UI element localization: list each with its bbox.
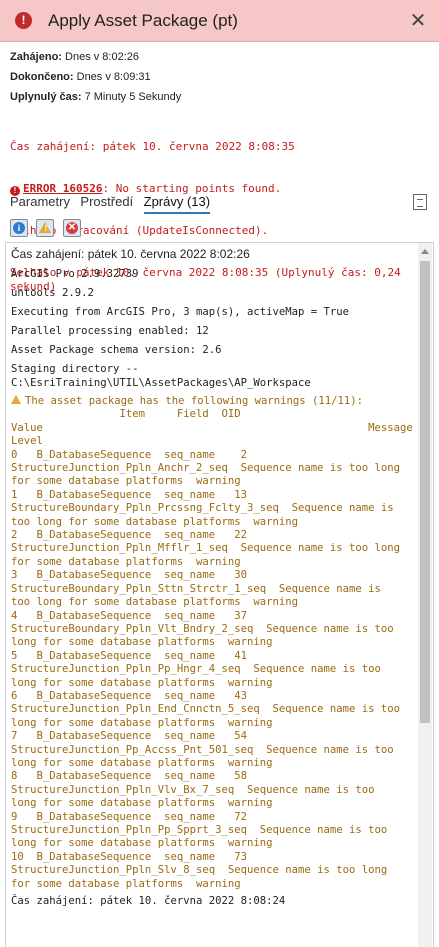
scroll-thumb[interactable] [420, 261, 430, 723]
started-value: Dnes v 8:02:26 [65, 51, 140, 63]
error-start-time: Čas zahájení: pátek 10. června 2022 8:08… [10, 140, 295, 153]
warning-message: The asset package has the following warn… [11, 395, 416, 891]
scroll-up-icon[interactable] [421, 249, 429, 254]
filter-warning-button[interactable]: ! [36, 219, 55, 237]
message-start-time-2: Čas zahájení: pátek 10. června 2022 8:08… [11, 895, 286, 908]
message-staging: Staging directory -- C:\EsriTraining\UTI… [11, 363, 311, 389]
elapsed-row: Uplynulý čas: 7 Minuty 5 Sekundy [10, 90, 181, 104]
message-filters: i ! ✕ [10, 219, 85, 237]
filter-error-button[interactable]: ✕ [62, 219, 81, 237]
finished-row: Dokončeno: Dnes v 8:09:31 [10, 70, 151, 84]
window-title: Apply Asset Package (pt) [48, 11, 238, 30]
close-button[interactable]: ✕ [409, 10, 427, 30]
warning-table: Item Field OID Value Message Level 0 B_D… [11, 408, 413, 890]
error-filter-icon: ✕ [65, 222, 78, 234]
finished-value: Dnes v 8:09:31 [76, 71, 151, 83]
message-untools: untools 2.9.2 [11, 287, 94, 299]
message-parallel: Parallel processing enabled: 12 [11, 325, 209, 337]
message-executing: Executing from ArcGIS Pro, 3 map(s), act… [11, 306, 350, 318]
message-version: ArcGIS Pro 2.9.32739 [11, 268, 139, 280]
tab-messages[interactable]: Zprávy (13) [143, 194, 211, 214]
tab-bar: Parametry Prostředí Zprávy (13) [10, 193, 216, 214]
elapsed-value: 7 Minuty 5 Sekundy [84, 91, 182, 103]
started-row: Zahájeno: Dnes v 8:02:26 [10, 50, 139, 64]
warning-head: The asset package has the following warn… [25, 395, 364, 407]
elapsed-label: Uplynulý čas: [10, 91, 82, 103]
messages-list: Čas zahájení: pátek 10. června 2022 8:02… [11, 247, 416, 913]
warning-icon [11, 395, 21, 404]
tab-parameters[interactable]: Parametry [10, 194, 70, 210]
tab-environments[interactable]: Prostředí [80, 194, 133, 210]
vertical-scrollbar[interactable] [418, 243, 432, 947]
message-schema: Asset Package schema version: 2.6 [11, 344, 222, 356]
message-start-time: Čas zahájení: pátek 10. června 2022 8:02… [11, 247, 250, 261]
titlebar: ! Apply Asset Package (pt) ✕ [0, 0, 439, 42]
copy-messages-icon[interactable] [413, 194, 427, 210]
error-status-icon: ! [15, 12, 32, 29]
filter-info-button[interactable]: i [10, 219, 28, 237]
info-icon: i [13, 222, 25, 234]
started-label: Zahájeno: [10, 51, 62, 63]
finished-label: Dokončeno: [10, 71, 74, 83]
messages-panel: Čas zahájení: pátek 10. června 2022 8:02… [5, 242, 434, 947]
